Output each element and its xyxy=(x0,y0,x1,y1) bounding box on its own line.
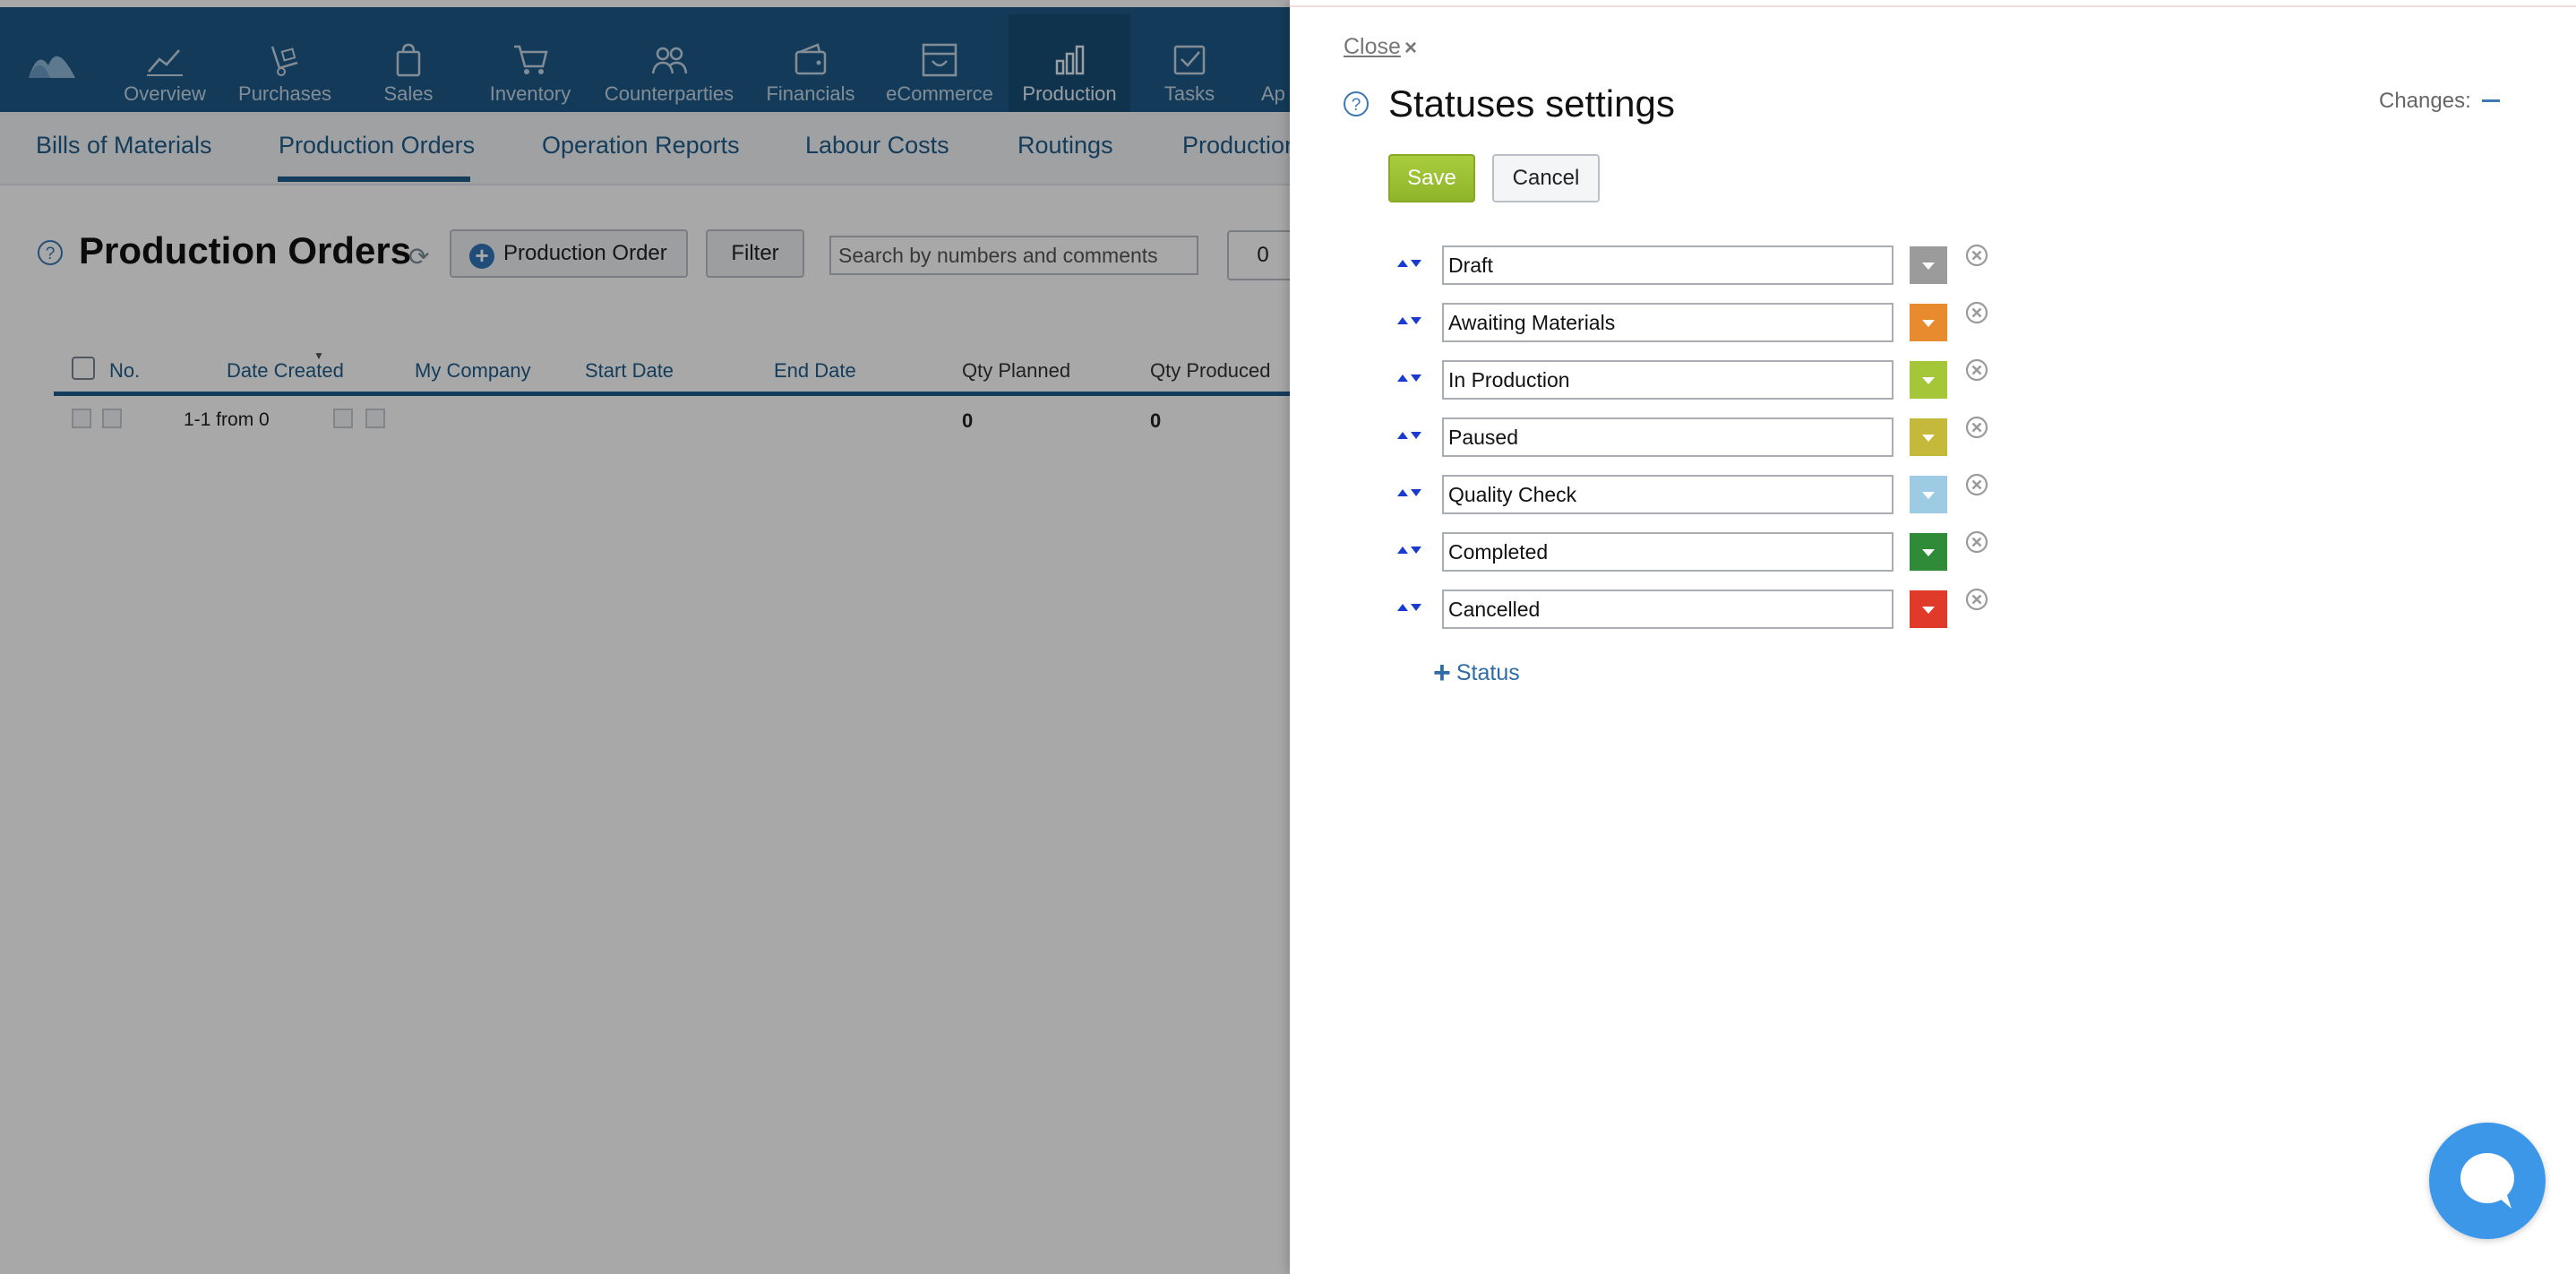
status-name-input[interactable]: Quality Check xyxy=(1442,475,1893,514)
status-name-input[interactable]: In Production xyxy=(1442,360,1893,400)
status-name-input[interactable]: Draft xyxy=(1442,245,1893,285)
main-app: Overview Purchases Sales Inventory Count… xyxy=(0,0,1299,1274)
chat-button[interactable] xyxy=(2429,1123,2546,1239)
dropdown-caret-icon xyxy=(1922,263,1935,270)
chat-bubble-icon xyxy=(2460,1153,2514,1209)
reorder-arrows-icon[interactable] xyxy=(1395,426,1424,444)
status-row: Awaiting Materials xyxy=(1290,301,2185,342)
remove-status-icon[interactable] xyxy=(1965,301,1988,324)
help-icon[interactable]: ? xyxy=(1344,91,1369,116)
reorder-arrows-icon[interactable] xyxy=(1395,369,1424,387)
status-row: Quality Check xyxy=(1290,473,2185,514)
add-status-button[interactable]: + Status xyxy=(1433,656,1520,691)
remove-status-icon[interactable] xyxy=(1965,588,1988,611)
close-icon[interactable]: × xyxy=(1404,36,1417,61)
dropdown-caret-icon xyxy=(1922,435,1935,442)
status-name-input[interactable]: Cancelled xyxy=(1442,590,1893,629)
status-color-picker[interactable] xyxy=(1910,246,1947,284)
remove-status-icon[interactable] xyxy=(1965,416,1988,439)
close-link[interactable]: Close xyxy=(1344,34,1401,60)
status-name-input[interactable]: Awaiting Materials xyxy=(1442,303,1893,342)
dropdown-caret-icon xyxy=(1922,377,1935,384)
reorder-arrows-icon[interactable] xyxy=(1395,484,1424,502)
status-color-picker[interactable] xyxy=(1910,418,1947,456)
panel-title: Statuses settings xyxy=(1388,82,1675,125)
remove-status-icon[interactable] xyxy=(1965,244,1988,267)
status-color-picker[interactable] xyxy=(1910,304,1947,341)
changes-label: Changes: xyxy=(2379,89,2471,113)
plus-icon: + xyxy=(1433,656,1451,690)
dropdown-caret-icon xyxy=(1922,549,1935,556)
remove-status-icon[interactable] xyxy=(1965,530,1988,554)
status-name-input[interactable]: Completed xyxy=(1442,532,1893,572)
statuses-settings-panel: Close × ? Statuses settings Changes: Sav… xyxy=(1290,0,2576,1274)
dropdown-caret-icon xyxy=(1922,607,1935,614)
panel-top-border xyxy=(1290,5,2576,7)
cancel-button[interactable]: Cancel xyxy=(1492,154,1600,202)
status-row: In Production xyxy=(1290,358,2185,400)
status-row: Completed xyxy=(1290,530,2185,572)
add-status-label: Status xyxy=(1455,660,1520,685)
modal-overlay[interactable] xyxy=(0,0,1290,1274)
reorder-arrows-icon[interactable] xyxy=(1395,312,1424,330)
status-row: Cancelled xyxy=(1290,588,2185,629)
reorder-arrows-icon[interactable] xyxy=(1395,541,1424,559)
status-row: Draft xyxy=(1290,244,2185,285)
reorder-arrows-icon[interactable] xyxy=(1395,598,1424,616)
dropdown-caret-icon xyxy=(1922,492,1935,499)
remove-status-icon[interactable] xyxy=(1965,358,1988,382)
status-color-picker[interactable] xyxy=(1910,590,1947,628)
status-color-picker[interactable] xyxy=(1910,533,1947,571)
reorder-arrows-icon[interactable] xyxy=(1395,254,1424,272)
status-row: Paused xyxy=(1290,416,2185,457)
remove-status-icon[interactable] xyxy=(1965,473,1988,496)
dropdown-caret-icon xyxy=(1922,320,1935,327)
status-name-input[interactable]: Paused xyxy=(1442,417,1893,457)
changes-dash xyxy=(2481,99,2500,102)
changes-indicator[interactable]: Changes: xyxy=(2379,89,2500,114)
status-color-picker[interactable] xyxy=(1910,476,1947,513)
save-button[interactable]: Save xyxy=(1388,154,1475,202)
status-color-picker[interactable] xyxy=(1910,361,1947,399)
